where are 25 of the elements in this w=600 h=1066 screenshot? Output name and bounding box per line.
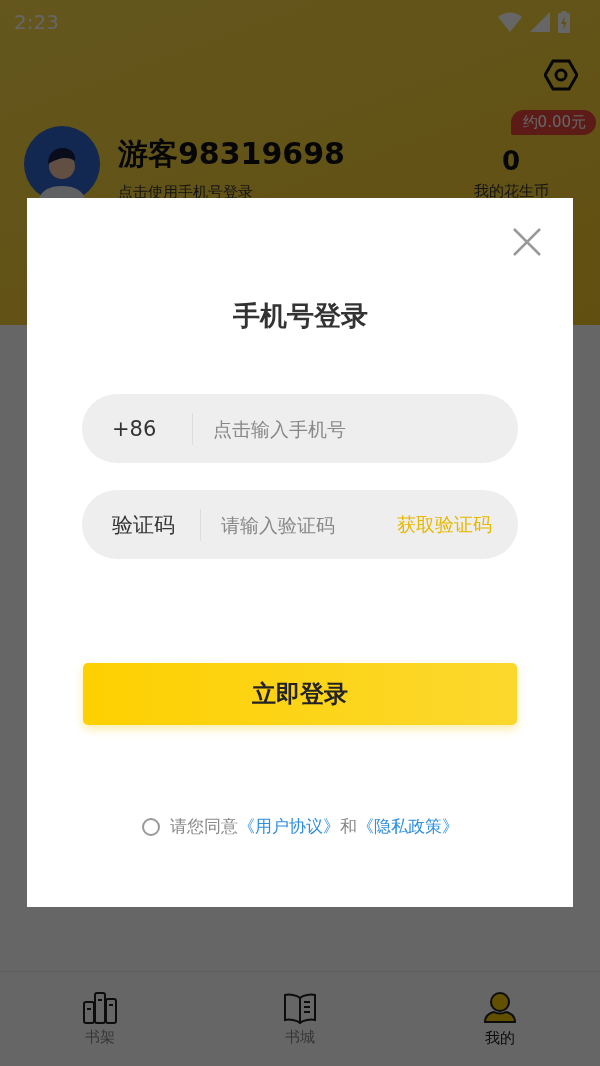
person-icon [483,990,517,1025]
value-badge: 约0.00元 [510,110,596,135]
policy-link[interactable]: 《用户协议》 [237,815,340,838]
agreement-text: 和 [339,815,357,838]
country-code[interactable]: +86 [112,412,193,445]
close-icon[interactable] [513,228,541,256]
agree-radio[interactable] [141,817,160,836]
settings-icon[interactable] [544,58,578,92]
battery-icon [558,11,570,33]
coin-label: 我的花生币 [473,182,549,201]
phone-field[interactable]: +86 点击输入手机号 [82,394,518,463]
code-field[interactable]: 验证码 请输入验证码 获取验证码 [82,490,518,559]
login-button[interactable]: 立即登录 [83,663,517,725]
code-label: 验证码 [112,508,201,541]
status-time: 2:23 [14,10,59,34]
coin-count: 0 [501,146,521,176]
nav-tab[interactable]: 我的 [400,972,600,1066]
signal-icon [530,12,550,32]
agreement-text: 请您同意 [169,815,238,838]
wifi-icon [498,12,522,32]
book-icon [283,991,317,1024]
bookshelf-icon [83,991,117,1024]
user-name: 游客98319698 [118,135,346,173]
dialog-title: 手机号登录 [232,299,368,333]
policy-link[interactable]: 《隐私政策》 [356,815,459,838]
